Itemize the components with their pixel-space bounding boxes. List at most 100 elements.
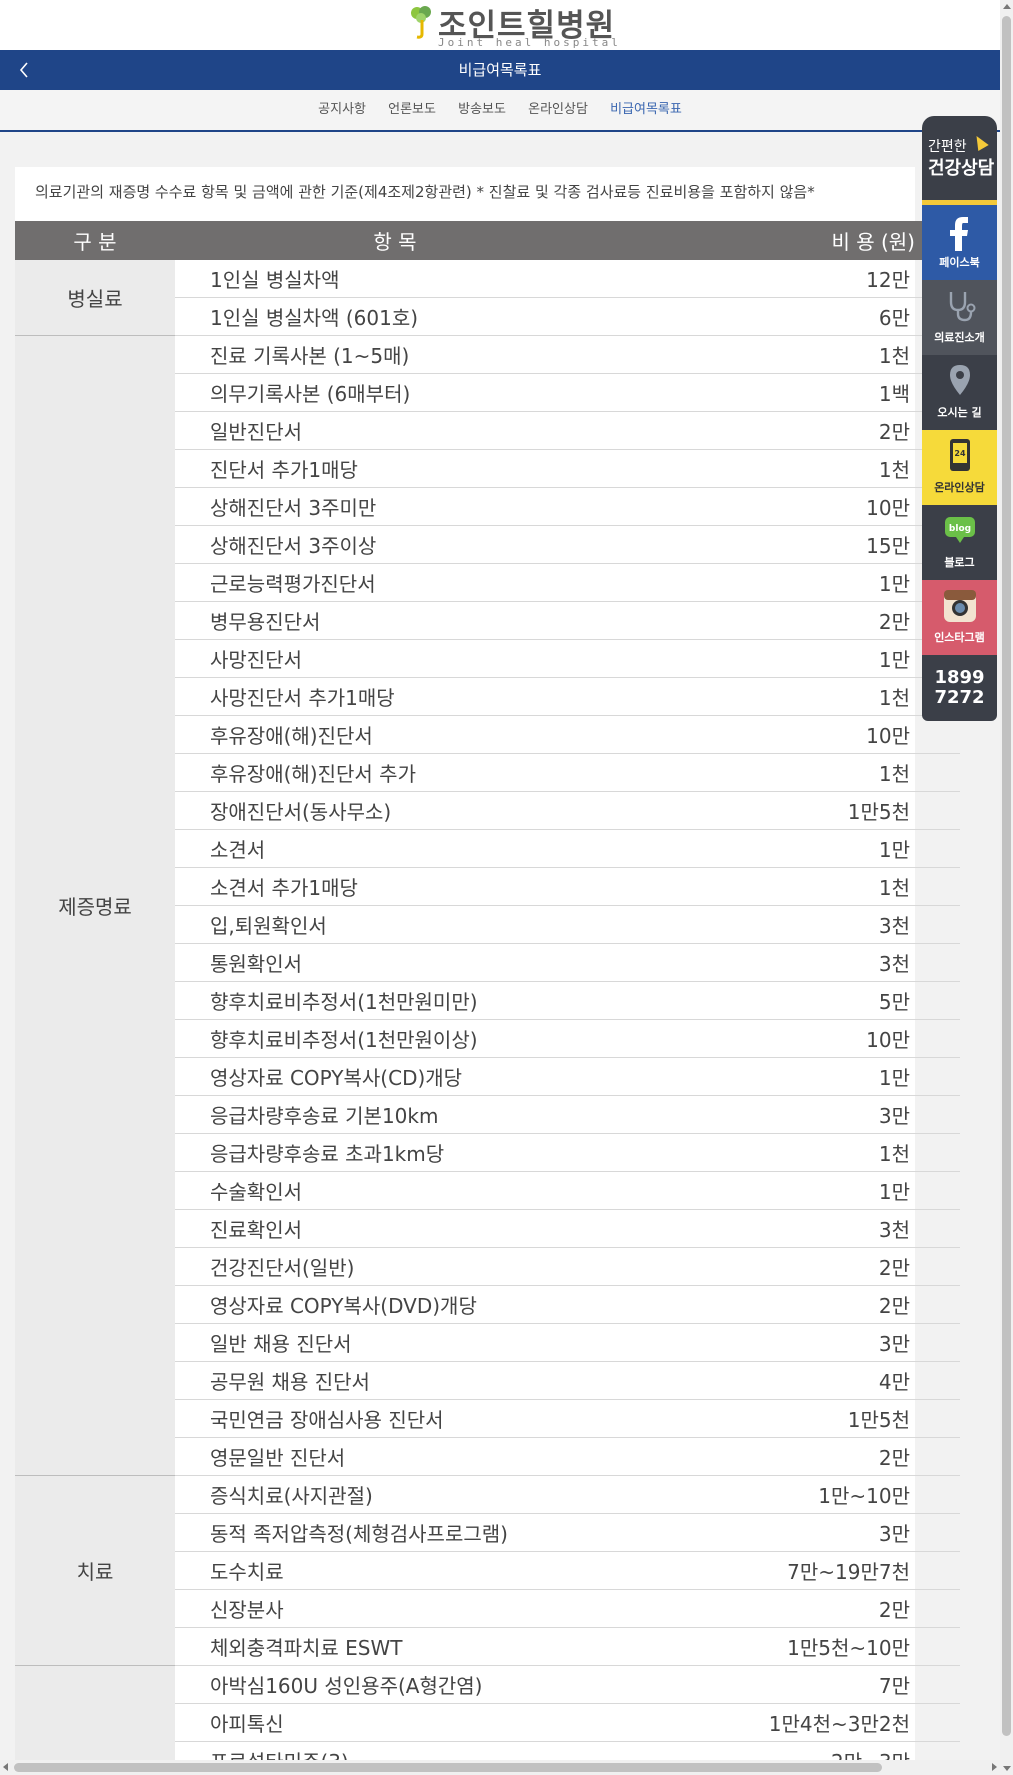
category-cell: 병실료: [15, 260, 175, 336]
item-cell: 체외충격파치료 ESWT: [175, 1627, 615, 1666]
item-cell: 진단서 추가1매당: [175, 449, 615, 488]
instagram-label: 인스타그램: [934, 631, 985, 644]
fee-table-body: 병실료 1인실 병실차액 12만 1인실 병실차액 (601호) 6만 제증명료 진료 기록…: [15, 260, 960, 1760]
item-cell: 응급차량후송료 기본10km: [175, 1095, 615, 1134]
phone-line-1: 1899: [934, 667, 985, 688]
stethoscope-icon: [949, 292, 975, 322]
cost-cell: 7만: [615, 1665, 960, 1704]
cost-cell: 1만4천~3만2천: [615, 1703, 960, 1742]
cost-cell: 1백: [615, 373, 960, 412]
scroll-right-icon[interactable]: [992, 1763, 997, 1771]
cost-cell: 2만: [615, 1285, 960, 1324]
subnav-item-notice[interactable]: 공지사항: [318, 102, 366, 117]
item-cell: 증식치료(사지관절): [175, 1475, 615, 1514]
subnav-item-press[interactable]: 언론보도: [388, 102, 436, 117]
subnav-item-online-consult[interactable]: 온라인상담: [528, 102, 588, 117]
item-cell: 영문일반 진단서: [175, 1437, 615, 1476]
cost-cell: 7만~19만7천: [615, 1551, 960, 1590]
item-cell: 1인실 병실차액: [175, 260, 615, 298]
header-category: 구 분: [15, 221, 175, 260]
main-content: 의료기관의 재증명 수수료 항목 및 금액에 관한 기준(제4조제2항관련) *…: [0, 132, 1000, 1760]
cost-cell: 1천: [615, 867, 960, 906]
quick-doctors-button[interactable]: 의료진소개: [922, 280, 997, 355]
cost-cell: 1천: [615, 753, 960, 792]
facebook-label: 페이스북: [939, 256, 980, 269]
blog-label: 블로그: [944, 556, 975, 569]
cursor-arrow-icon: [971, 132, 989, 152]
cost-cell: 3만: [615, 1323, 960, 1362]
fee-notice: 의료기관의 재증명 수수료 항목 및 금액에 관한 기준(제4조제2항관련) *…: [35, 183, 815, 201]
vertical-scrollbar[interactable]: [1000, 0, 1013, 1775]
item-cell: 병무용진단서: [175, 601, 615, 640]
horizontal-scrollbar[interactable]: [0, 1760, 1000, 1775]
item-cell: 통원확인서: [175, 943, 615, 982]
item-cell: 진료확인서: [175, 1209, 615, 1248]
consult-small-label: 간편한: [928, 139, 967, 155]
scroll-left-icon[interactable]: [3, 1763, 8, 1771]
vertical-scroll-thumb[interactable]: [1002, 16, 1011, 1736]
cost-cell: 3천: [615, 905, 960, 944]
cost-cell: 2만: [615, 1589, 960, 1628]
quick-phone-button[interactable]: 1899 7272: [922, 655, 997, 721]
online-badge: 24: [954, 449, 966, 458]
cost-cell: 1만~10만: [615, 1475, 960, 1514]
quick-blog-button[interactable]: blog 블로그: [922, 505, 997, 580]
item-cell: 장애진단서(동사무소): [175, 791, 615, 830]
item-cell: 사망진단서: [175, 639, 615, 678]
cost-cell: 2만~3만: [615, 1741, 960, 1760]
fee-table: 구 분 항 목 비 용 (원) 병실료 1인실 병실차액 12만 1인실 병실차액 (…: [15, 221, 960, 1760]
horizontal-scroll-thumb[interactable]: [14, 1763, 882, 1772]
online-consult-label: 온라인상담: [934, 481, 985, 494]
cost-cell: 4만: [615, 1361, 960, 1400]
cost-cell: 1만5천: [615, 1399, 960, 1438]
cost-cell: 10만: [615, 1019, 960, 1058]
instagram-icon: [943, 590, 976, 622]
quick-instagram-button[interactable]: 인스타그램: [922, 580, 997, 655]
cost-cell: 15만: [615, 525, 960, 564]
item-cell: 1인실 병실차액 (601호): [175, 297, 615, 336]
cost-cell: 1만: [615, 639, 960, 678]
item-cell: 도수치료: [175, 1551, 615, 1590]
item-cell: 일반진단서: [175, 411, 615, 450]
quick-online-consult-button[interactable]: 24 온라인상담: [922, 430, 997, 505]
item-cell: 진료 기록사본 (1~5매): [175, 335, 615, 374]
cost-cell: 1천: [615, 449, 960, 488]
category-cell: [15, 1665, 175, 1760]
cost-cell: 3천: [615, 1209, 960, 1248]
item-cell: 입,퇴원확인서: [175, 905, 615, 944]
item-cell: 신장분사: [175, 1589, 615, 1628]
doctors-label: 의료진소개: [934, 331, 985, 344]
item-cell: 아피톡신: [175, 1703, 615, 1742]
item-cell: 응급차량후송료 초과1km당: [175, 1133, 615, 1172]
item-cell: 의무기록사본 (6매부터): [175, 373, 615, 412]
item-cell: 아박심160U 성인용주(A형간염): [175, 1665, 615, 1704]
item-cell: 프로설타민주(3): [175, 1741, 615, 1760]
blog-bubble-icon: blog: [944, 517, 975, 543]
item-cell: 영상자료 COPY복사(DVD)개당: [175, 1285, 615, 1324]
cost-cell: 6만: [615, 297, 960, 336]
item-cell: 건강진단서(일반): [175, 1247, 615, 1286]
item-cell: 소견서: [175, 829, 615, 868]
table-row: 치료 증식치료(사지관절) 1만~10만: [15, 1475, 960, 1666]
phone-line-2: 7272: [934, 687, 985, 708]
subnav-item-nonbenefit-list[interactable]: 비급여목록표: [610, 102, 682, 117]
cost-cell: 5만: [615, 981, 960, 1020]
hospital-logo[interactable]: 조인트힐병원 Joint heal hospital: [0, 0, 1000, 50]
sub-navigation: 공지사항 언론보도 방송보도 온라인상담 비급여목록표: [0, 90, 1000, 132]
quick-facebook-button[interactable]: 페이스북: [922, 205, 997, 280]
title-bar: 비급여목록표: [0, 50, 1000, 90]
cost-cell: 12만: [615, 260, 960, 298]
cost-cell: 3만: [615, 1513, 960, 1552]
phone-24h-icon: 24: [949, 439, 970, 471]
quick-health-consult-button[interactable]: 간편한 건강상담: [922, 116, 997, 205]
cost-cell: 1만: [615, 1171, 960, 1210]
scroll-down-arrow-icon[interactable]: [1003, 1766, 1011, 1771]
item-cell: 향후치료비추정서(1천만원미만): [175, 981, 615, 1020]
logo-subtitle: Joint heal hospital: [438, 36, 621, 49]
cost-cell: 1만: [615, 829, 960, 868]
subnav-item-broadcast[interactable]: 방송보도: [458, 102, 506, 117]
quick-directions-button[interactable]: 오시는 길: [922, 355, 997, 430]
scroll-up-arrow-icon[interactable]: [1003, 4, 1011, 9]
cost-cell: 3만: [615, 1095, 960, 1134]
cost-cell: 2만: [615, 601, 960, 640]
